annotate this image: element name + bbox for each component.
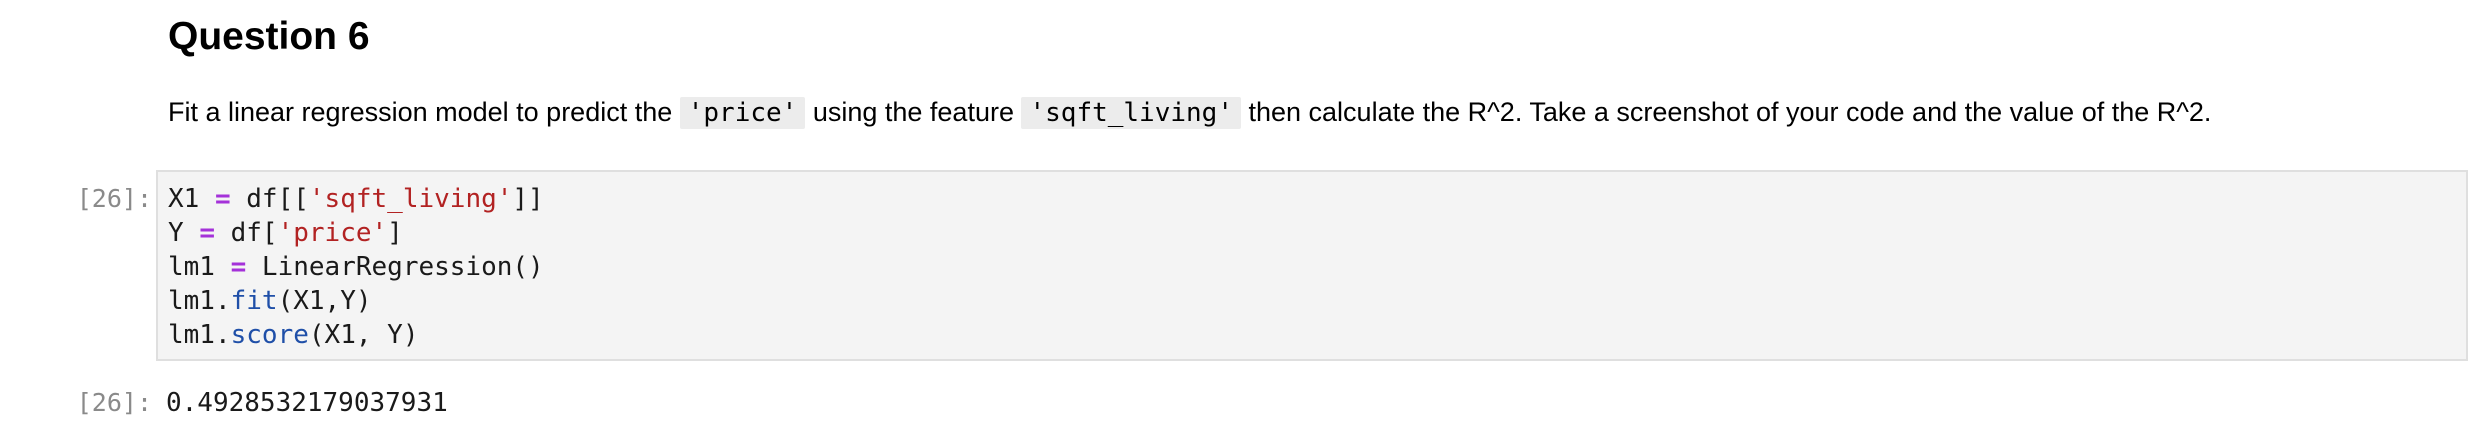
code-token: lm1.	[168, 320, 231, 350]
code-cell-editor[interactable]: X1 = df[['sqft_living']] Y = df['price']…	[156, 170, 2468, 361]
code-token: lm1	[168, 252, 231, 282]
code-string: 'sqft_living'	[308, 184, 513, 214]
code-method: score	[230, 320, 309, 350]
code-token: df[	[214, 218, 278, 248]
code-line-4: lm1.fit(X1,Y)	[168, 286, 372, 316]
output-value: 0.4928532179037931	[166, 388, 448, 418]
code-operator: =	[199, 218, 215, 248]
code-method: fit	[230, 286, 278, 316]
code-token: X1	[168, 184, 215, 214]
inline-code-price: 'price'	[679, 97, 806, 129]
question-text: Fit a linear regression model to predict…	[168, 92, 2211, 133]
code-line-5: lm1.score(X1, Y)	[168, 320, 418, 350]
code-line-2: Y = df['price']	[168, 218, 403, 248]
inline-code-sqft-living: 'sqft_living'	[1021, 97, 1241, 129]
code-token: df[[	[230, 184, 309, 214]
question-heading: Question 6	[168, 15, 370, 58]
code-token: (X1,Y)	[277, 286, 372, 316]
text-segment: Fit a linear regression model to predict…	[168, 97, 680, 127]
code-string: 'price'	[277, 218, 388, 248]
code-token: Y	[168, 218, 200, 248]
code-operator: =	[230, 252, 247, 282]
code-token: ]	[387, 218, 403, 248]
code-operator: =	[214, 184, 231, 214]
text-segment: using the feature	[805, 97, 1022, 127]
code-line-3: lm1 = LinearRegression()	[168, 252, 544, 282]
code-text[interactable]: X1 = df[['sqft_living']] Y = df['price']…	[168, 182, 544, 352]
output-prompt: [26]:	[76, 388, 152, 417]
code-token: LinearRegression()	[246, 252, 544, 282]
code-token: ]]	[512, 184, 544, 214]
code-token: lm1.	[168, 286, 231, 316]
code-token: (X1, Y)	[308, 320, 419, 350]
text-segment: then calculate the R^2. Take a screensho…	[1240, 97, 2212, 127]
code-line-1: X1 = df[['sqft_living']]	[168, 184, 544, 214]
input-prompt: [26]:	[76, 184, 152, 213]
